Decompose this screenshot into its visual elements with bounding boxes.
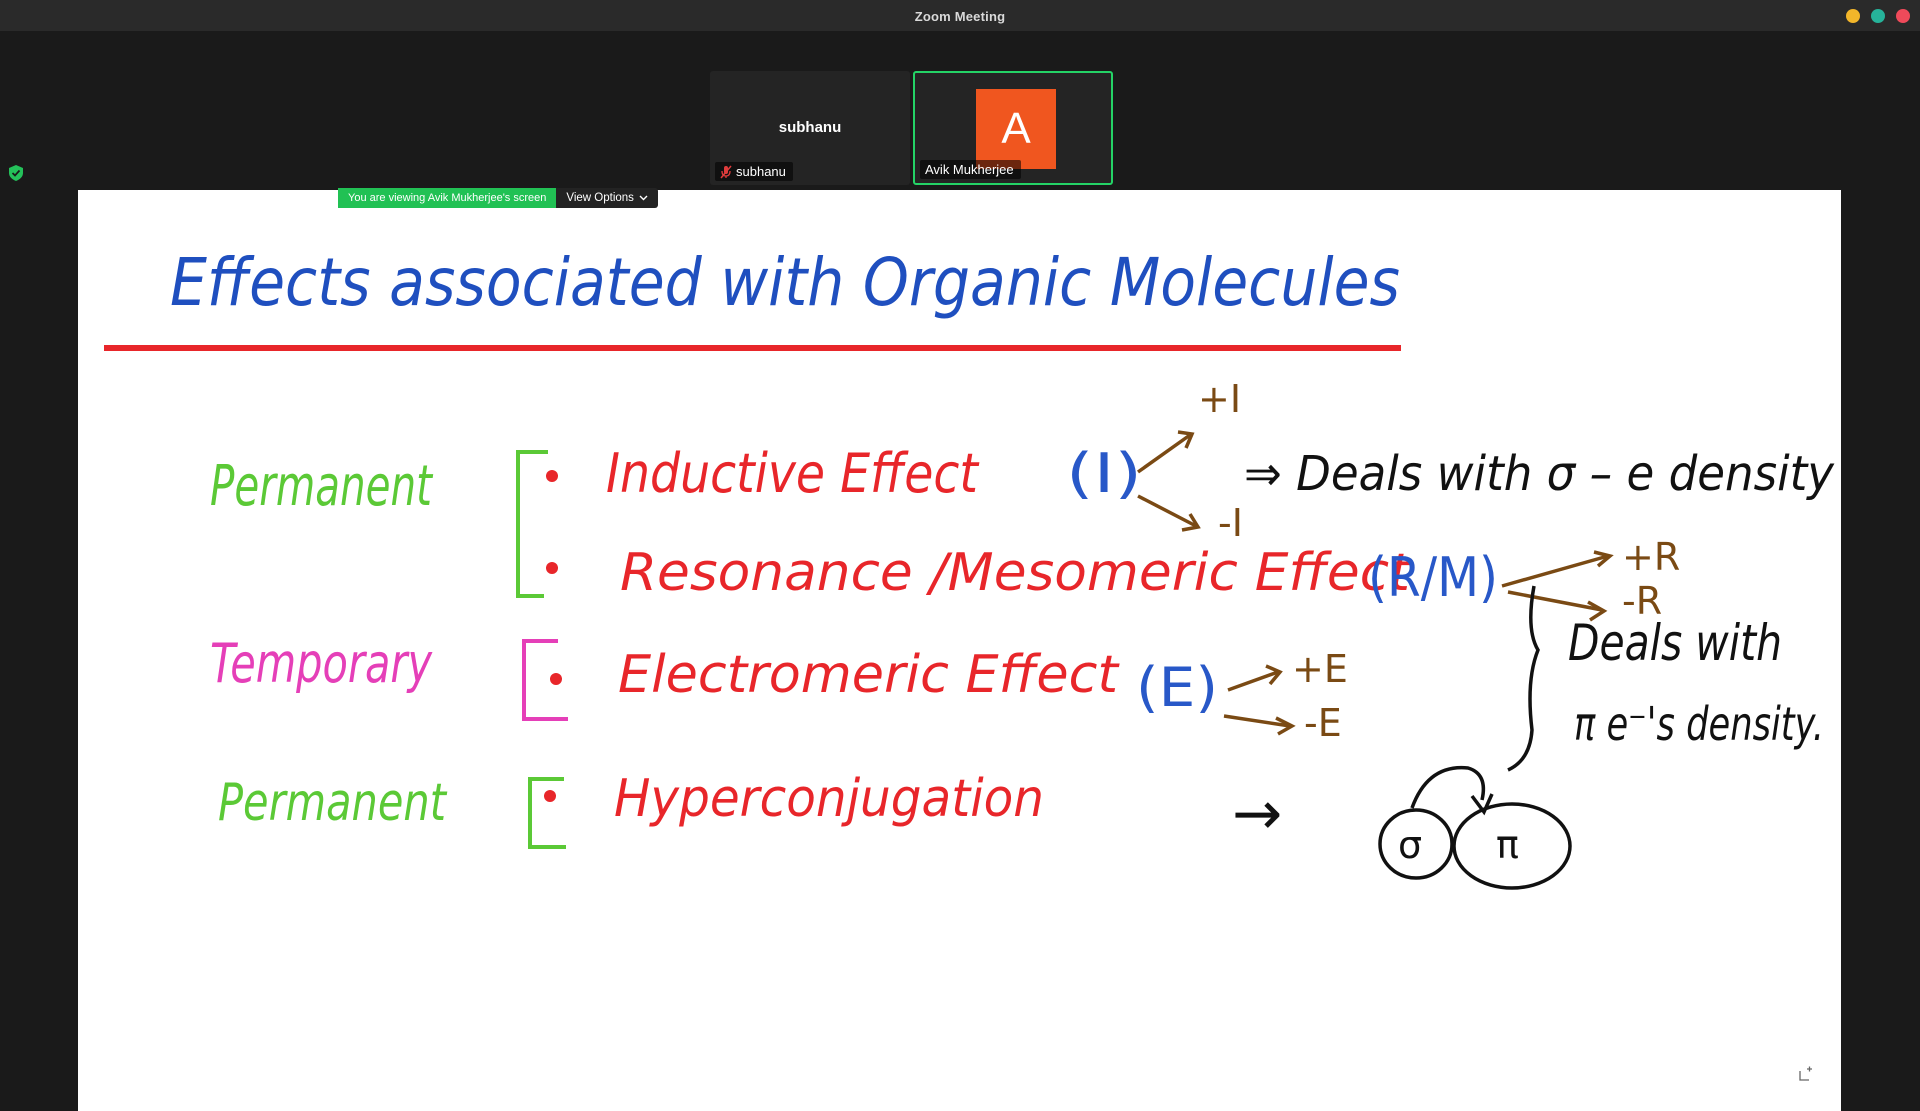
note-brace [1507,585,1540,772]
note-pi-line2: π e⁻'s density. [1574,697,1824,751]
view-options-button[interactable]: View Options [556,188,658,208]
note-pi-line1: Deals with [1568,614,1782,672]
participant-display-name: subhanu [778,119,842,136]
participant-tag-label: Avik Mukherjee [925,162,1014,177]
shield-icon[interactable] [9,165,23,181]
sign-minus-i: -I [1218,501,1243,545]
category-temporary: Temporary [210,632,433,695]
sign-plus-r: +R [1622,535,1680,579]
category-permanent-2: Permanent [218,773,447,833]
participant-tile-avik[interactable]: A Avik Mukherjee [913,71,1113,185]
category-permanent-1: Permanent [210,454,433,519]
orbital-pi-label: π [1496,823,1519,867]
effect-hyperconjugation: Hyperconjugation [614,769,1044,829]
participant-name-tag: Avik Mukherjee [920,160,1021,179]
symbol-resonance: (R/M) [1368,546,1498,609]
whiteboard-title: Effects associated with Organic Molecule… [170,244,1400,321]
avatar: A [976,89,1056,169]
bullet [546,562,558,574]
sign-plus-i: +I [1198,377,1241,421]
effect-electromeric: Electromeric Effect [618,645,1120,705]
bracket-permanent [516,450,548,598]
bullet [544,790,556,802]
viewing-screen-label: You are viewing Avik Mukherjee's screen [338,188,557,208]
symbol-electromeric: (E) [1136,656,1218,719]
participant-tile-subhanu[interactable]: subhanu subhanu [710,71,910,185]
bullet [550,673,562,685]
symbol-inductive: (I) [1066,442,1142,505]
screen-share-bar: You are viewing Avik Mukherjee's screen … [338,188,658,208]
title-underline [104,345,1401,351]
mic-muted-icon [720,165,732,179]
shared-screen-whiteboard: Effects associated with Organic Molecule… [78,190,1841,1111]
effect-inductive: Inductive Effect [606,442,980,505]
note-sigma-density: ⇒ Deals with σ – e density [1244,446,1835,502]
maximize-button[interactable] [1871,9,1885,23]
effect-resonance: Resonance /Mesomeric Effect [620,543,1412,603]
bracket-hyperconj [528,777,566,849]
orbital-sigma-label: σ [1398,823,1422,867]
participant-tag-label: subhanu [736,164,786,179]
view-options-label: View Options [566,192,634,204]
window-title: Zoom Meeting [914,9,1006,24]
title-bar: Zoom Meeting [0,0,1920,31]
bullet [546,470,558,482]
chevron-down-icon [639,195,648,201]
sign-plus-e: +E [1292,647,1348,691]
close-button[interactable] [1896,9,1910,23]
meeting-stage: subhanu subhanu A Avik Mukherjee Effects… [0,31,1920,1111]
minimize-button[interactable] [1846,9,1860,23]
sign-minus-e: -E [1304,701,1342,745]
whiteboard-ink: Effects associated with Organic Molecule… [104,244,1835,890]
participant-name-tag: subhanu [715,162,793,181]
hyperconj-arrow: → [1232,779,1282,849]
